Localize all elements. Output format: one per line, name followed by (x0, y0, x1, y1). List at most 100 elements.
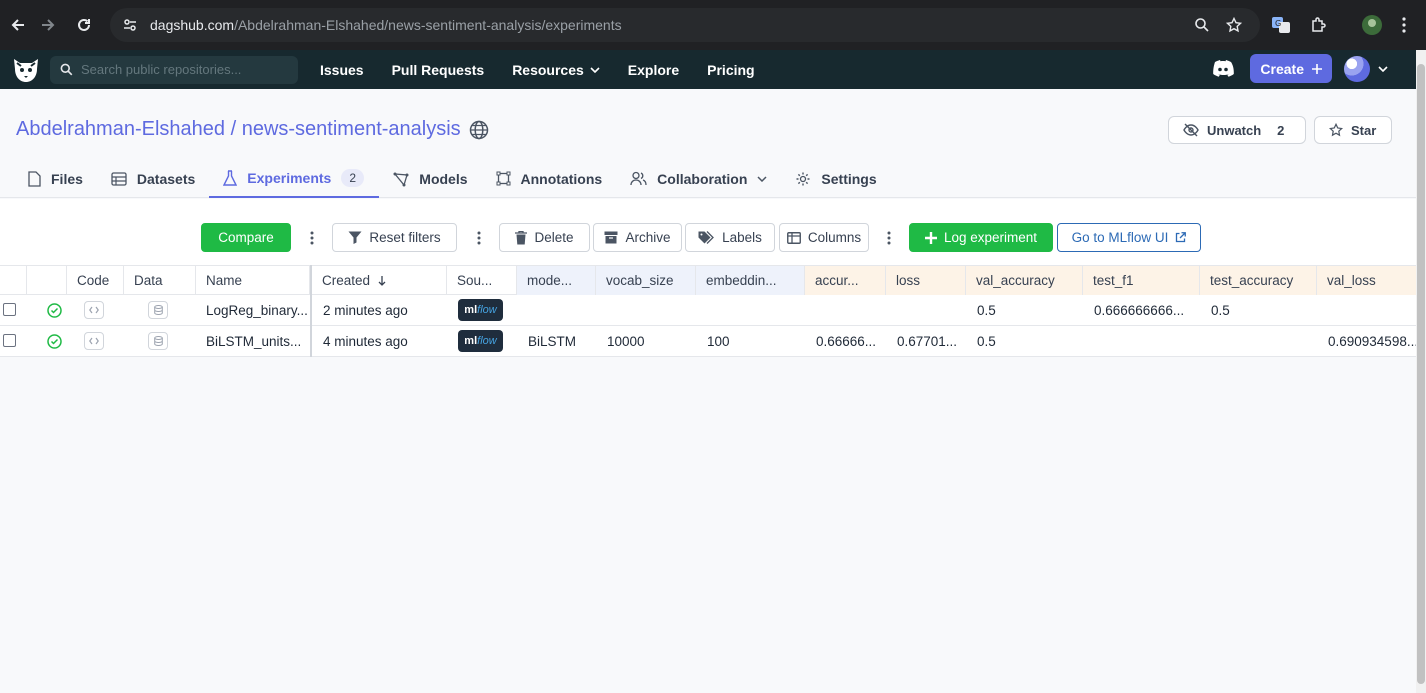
experiment-name[interactable]: LogReg_binary... (196, 295, 308, 325)
loss-cell: 0.67701... (897, 333, 958, 349)
data-cell[interactable] (138, 295, 196, 325)
log-experiment-button[interactable]: Log experiment (909, 223, 1053, 252)
tab-settings-label: Settings (821, 170, 877, 187)
tab-annotations-label: Annotations (520, 170, 603, 187)
code-icon[interactable] (84, 301, 104, 319)
database-icon[interactable] (148, 332, 168, 350)
go-mlflow-button[interactable]: Go to MLflow UI (1057, 223, 1201, 252)
database-icon[interactable] (148, 301, 168, 319)
profile-avatar-icon[interactable] (1362, 15, 1382, 35)
star-icon (1329, 123, 1343, 137)
forward-arrow-icon[interactable] (30, 7, 66, 43)
address-bar[interactable]: dagshub.com/Abdelrahman-Elshahed/news-se… (110, 8, 1260, 42)
file-icon (28, 170, 41, 187)
code-cell[interactable] (74, 326, 124, 356)
embedding-cell: 100 (707, 333, 730, 349)
search-input[interactable] (81, 62, 281, 77)
compare-label: Compare (218, 230, 274, 245)
dagshub-logo-icon[interactable] (10, 55, 42, 85)
nav-pricing[interactable]: Pricing (707, 62, 754, 78)
plus-icon (1312, 63, 1322, 74)
header-model[interactable]: mode... (517, 266, 596, 295)
more-menu-icon[interactable] (1402, 17, 1406, 33)
reload-icon[interactable] (66, 7, 102, 43)
search-box[interactable] (50, 55, 298, 84)
header-name[interactable]: Name (196, 266, 310, 295)
filters-kebab-icon[interactable] (472, 223, 486, 252)
tag-icon (698, 231, 715, 244)
tab-annotations[interactable]: Annotations (482, 159, 617, 198)
nav-issues[interactable]: Issues (320, 62, 364, 78)
test-accuracy-cell: 0.5 (1211, 302, 1230, 318)
scrollbar-thumb[interactable] (1417, 64, 1425, 684)
experiment-name[interactable]: BiLSTM_units... (196, 326, 308, 356)
user-avatar[interactable] (1344, 55, 1370, 82)
nav-resources[interactable]: Resources (512, 62, 600, 78)
star-button[interactable]: Star (1314, 116, 1392, 144)
tab-files[interactable]: Files (14, 159, 97, 198)
site-settings-icon[interactable] (122, 17, 138, 33)
unwatch-button[interactable]: Unwatch 2 (1168, 116, 1306, 144)
avatar-chevron-down-icon[interactable] (1378, 65, 1388, 72)
tab-models-label: Models (419, 170, 468, 187)
tab-experiments[interactable]: Experiments 2 (209, 159, 380, 198)
row-checkbox[interactable] (3, 334, 16, 347)
repo-tabs: Files Datasets Experiments 2 Models Anno… (14, 159, 891, 198)
created-time: 4 minutes ago (323, 333, 408, 349)
header-test-f1[interactable]: test_f1 (1083, 266, 1200, 295)
archive-button[interactable]: Archive (593, 223, 682, 252)
compare-button[interactable]: Compare (201, 223, 291, 252)
browser-toolbar: dagshub.com/Abdelrahman-Elshahed/news-se… (0, 0, 1426, 50)
repo-name-link[interactable]: news-sentiment-analysis (242, 118, 461, 141)
tab-collaboration[interactable]: Collaboration (616, 159, 781, 198)
columns-kebab-icon[interactable] (882, 223, 896, 252)
pinned-columns-divider[interactable] (310, 265, 312, 357)
row-checkbox[interactable] (3, 303, 16, 316)
header-embedding[interactable]: embeddin... (696, 266, 805, 295)
translate-icon[interactable]: G (1272, 17, 1290, 33)
header-code[interactable]: Code (67, 266, 124, 295)
header-accuracy[interactable]: accur... (805, 266, 886, 295)
status-header (27, 266, 67, 295)
header-source[interactable]: Sou... (447, 266, 517, 295)
create-button[interactable]: Create (1250, 54, 1332, 83)
bookmark-star-icon[interactable] (1226, 17, 1242, 33)
discord-icon[interactable] (1212, 60, 1235, 77)
archive-icon (604, 231, 618, 244)
zoom-icon[interactable] (1194, 17, 1210, 33)
extensions-icon[interactable] (1310, 17, 1326, 33)
labels-button[interactable]: Labels (685, 223, 775, 252)
tab-models[interactable]: Models (379, 159, 481, 198)
sort-desc-arrow-icon[interactable] (378, 275, 386, 286)
header-created[interactable]: Created (312, 266, 447, 295)
gear-icon (795, 171, 811, 187)
nav-resources-label: Resources (512, 61, 584, 78)
header-test-accuracy[interactable]: test_accuracy (1200, 266, 1317, 295)
test-accuracy-cell (1201, 326, 1317, 356)
compare-kebab-icon[interactable] (305, 223, 319, 252)
columns-button[interactable]: Columns (779, 223, 869, 252)
header-val-loss[interactable]: val_loss (1317, 266, 1416, 295)
nav-explore[interactable]: Explore (628, 62, 679, 78)
header-loss[interactable]: loss (886, 266, 966, 295)
source-cell: ml flow (448, 326, 517, 356)
select-header (0, 266, 27, 295)
loss-cell (887, 295, 966, 325)
reset-filters-button[interactable]: Reset filters (332, 223, 457, 252)
tab-datasets[interactable]: Datasets (97, 159, 209, 198)
code-cell[interactable] (74, 295, 124, 325)
delete-button[interactable]: Delete (499, 223, 590, 252)
repo-owner-link[interactable]: Abdelrahman-Elshahed (16, 118, 225, 141)
tab-settings[interactable]: Settings (781, 159, 890, 198)
data-cell[interactable] (138, 326, 196, 356)
site-header: Issues Pull Requests Resources Explore P… (0, 50, 1416, 89)
table-row[interactable]: BiLSTM_units... 4 minutes ago ml flow BiL… (0, 326, 1416, 357)
header-val-accuracy[interactable]: val_accuracy (966, 266, 1083, 295)
header-right-actions: Create (1212, 54, 1388, 83)
nav-pull-requests[interactable]: Pull Requests (392, 62, 485, 78)
table-row[interactable]: LogReg_binary... 2 minutes ago ml flow 0.… (0, 295, 1416, 326)
header-vocab-size[interactable]: vocab_size (596, 266, 696, 295)
header-data[interactable]: Data (124, 266, 196, 295)
page-scrollbar[interactable] (1416, 50, 1426, 693)
code-icon[interactable] (84, 332, 104, 350)
